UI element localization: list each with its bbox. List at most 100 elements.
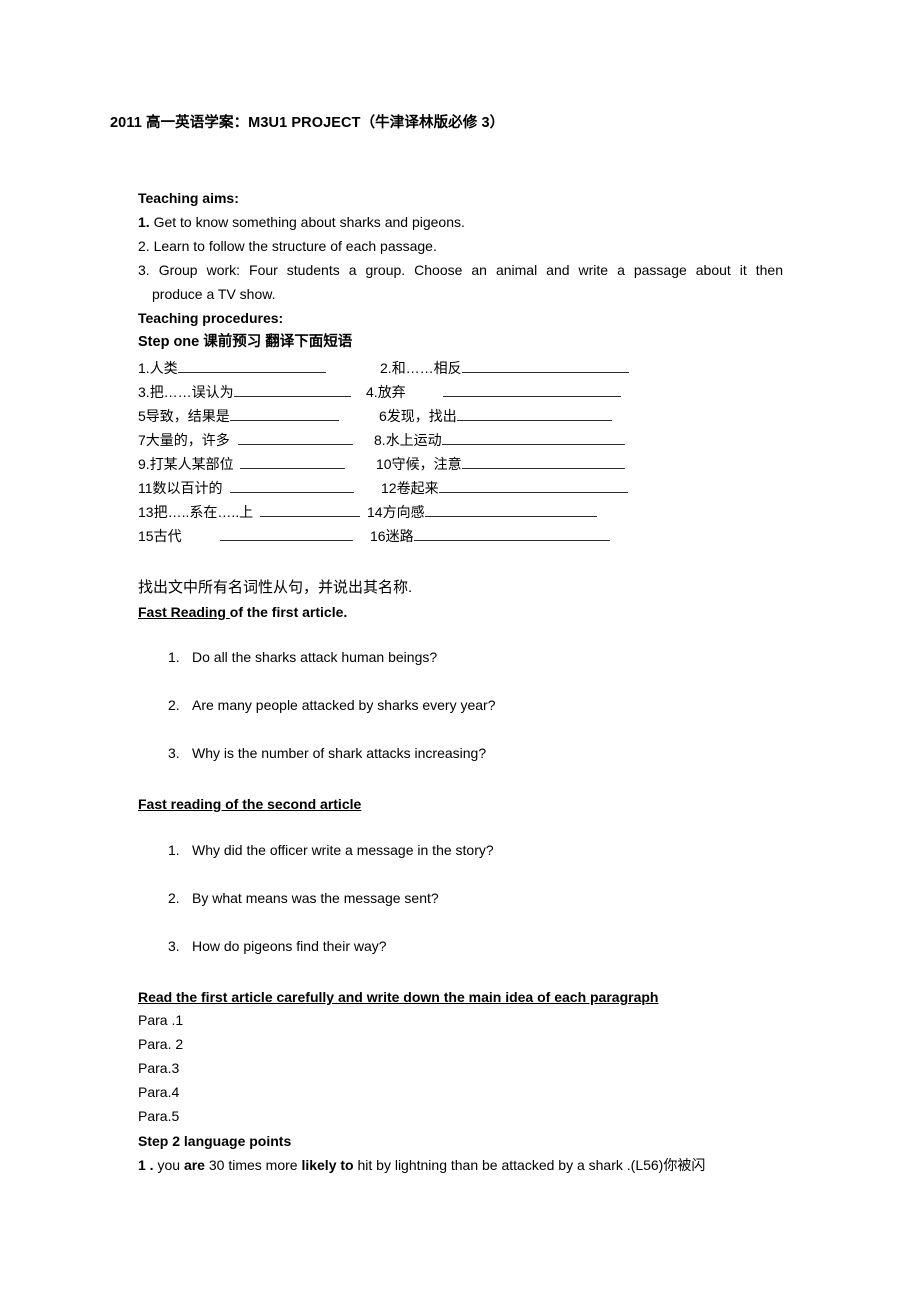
teaching-aims-heading: Teaching aims: [138, 190, 239, 206]
phrase-entry: 6 发现，找出 [379, 404, 612, 428]
phrase-answer-blank[interactable] [229, 477, 354, 493]
language-point-seg-4: 30 times more [204, 1157, 302, 1173]
phrase-answer-blank[interactable] [456, 405, 612, 421]
phrase-number: 16 [370, 528, 386, 544]
phrase-answer-blank[interactable] [229, 405, 339, 421]
phrase-number: 5 [138, 408, 146, 424]
paragraph-item: Para. 2 [138, 1036, 184, 1052]
phrase-entry: 1. 人类 [138, 356, 326, 380]
phrase-answer-blank[interactable] [461, 453, 625, 469]
paragraph-main-idea-list: Para .1 Para. 2 Para.3 Para.4 Para.5 [138, 1008, 183, 1128]
phrase-row: 3. 把……误认为 4. 放弃 [138, 380, 698, 404]
phrase-answer-blank[interactable] [177, 357, 326, 373]
phrase-chinese-label: 方向感 [382, 504, 425, 520]
phrase-answer-blank[interactable] [239, 453, 345, 469]
phrase-entry: 2. 和……相反 [380, 356, 629, 380]
phrase-entry: 9. 打某人某部位 [138, 452, 345, 476]
phrase-chinese-label: 放弃 [377, 384, 406, 400]
question-text: How do pigeons find their way? [192, 938, 387, 954]
first-article-question-list: 1. Do all the sharks attack human beings?… [168, 645, 496, 789]
phrase-entry: 12 卷起来 [381, 476, 628, 500]
phrase-row: 13 把…..系在…..上 14 方向感 [138, 500, 698, 524]
phrase-entry: 7 大量的，许多 [138, 428, 353, 452]
phrase-entry: 10 守候，注意 [376, 452, 625, 476]
phrase-answer-blank[interactable] [461, 357, 629, 373]
teaching-aim-item-3: 3. Group work: Four students a group. Ch… [138, 258, 783, 306]
phrase-number: 9. [138, 456, 150, 472]
aim-3-number: 3. [138, 262, 150, 278]
phrase-answer-blank[interactable] [260, 501, 361, 517]
phrase-translation-list: 1. 人类 2. 和……相反 3. 把……误认为 4. 放弃 5 导致，结果是 6 发现，… [138, 356, 698, 548]
phrase-entry: 4. 放弃 [366, 380, 621, 404]
step-one-heading: Step one 课前预习 翻译下面短语 [138, 334, 353, 350]
paragraph-item: Para.5 [138, 1108, 180, 1124]
phrase-number: 6 [379, 408, 387, 424]
aim-2-text: Learn to follow the structure of each pa… [153, 238, 437, 254]
language-point-seg-2: you [153, 1157, 184, 1173]
question-text: Do all the sharks attack human beings? [192, 649, 438, 665]
aim-1-number: 1. [138, 214, 150, 230]
phrase-chinese-label: 卷起来 [396, 480, 439, 496]
phrase-chinese-label: 和……相反 [391, 360, 462, 376]
read-carefully-heading: Read the first article carefully and wri… [138, 989, 659, 1005]
phrase-chinese-label: 大量的，许多 [145, 432, 230, 448]
phrase-entry: 15 古代 [138, 524, 353, 548]
phrase-chinese-label: 古代 [153, 528, 182, 544]
paragraph-item: Para.4 [138, 1084, 180, 1100]
phrase-chinese-label: 迷路 [385, 528, 414, 544]
phrase-chinese-label: 打某人某部位 [149, 456, 234, 472]
question-number: 2. [168, 890, 180, 906]
phrase-number: 14 [367, 504, 383, 520]
question-number: 3. [168, 745, 180, 761]
phrase-answer-blank[interactable] [442, 381, 621, 397]
phrase-chinese-label: 把……误认为 [149, 384, 234, 400]
phrase-entry: 11 数以百计的 [138, 476, 354, 500]
phrase-number: 1. [138, 360, 150, 376]
question-text: Are many people attacked by sharks every… [192, 697, 496, 713]
phrase-answer-blank[interactable] [413, 525, 610, 541]
phrase-chinese-label: 把…..系在…..上 [153, 504, 254, 520]
second-article-question-list: 1. Why did the officer write a message in… [168, 838, 494, 982]
phrase-number: 12 [381, 480, 397, 496]
question-item: 1. Do all the sharks attack human beings? [168, 645, 496, 693]
phrase-row: 9. 打某人某部位 10 守候，注意 [138, 452, 698, 476]
phrase-number: 11 [138, 480, 153, 496]
question-number: 1. [168, 649, 180, 665]
aim-3-text: Group work: Four students a group. Choos… [158, 262, 784, 278]
phrase-row: 7 大量的，许多 8. 水上运动 [138, 428, 698, 452]
phrase-chinese-label: 水上运动 [385, 432, 442, 448]
phrase-number: 4. [366, 384, 378, 400]
document-page: 2011 高一英语学案：M3U1 PROJECT（牛津译林版必修 3） Teac… [0, 0, 920, 1302]
question-item: 1. Why did the officer write a message in… [168, 838, 494, 886]
question-number: 2. [168, 697, 180, 713]
phrase-number: 15 [138, 528, 154, 544]
question-number: 1. [168, 842, 180, 858]
phrase-chinese-label: 守候，注意 [391, 456, 462, 472]
phrase-entry: 3. 把……误认为 [138, 380, 351, 404]
phrase-answer-blank[interactable] [424, 501, 597, 517]
phrase-number: 13 [138, 504, 154, 520]
phrase-answer-blank[interactable] [237, 429, 353, 445]
phrase-entry: 14 方向感 [367, 500, 597, 524]
phrase-entry: 8. 水上运动 [374, 428, 625, 452]
phrase-row: 1. 人类 2. 和……相反 [138, 356, 698, 380]
noun-clause-note: 找出文中所有名词性从句，并说出其名称. [138, 579, 413, 596]
phrase-answer-blank[interactable] [233, 381, 351, 397]
teaching-procedures-heading: Teaching procedures: [138, 310, 284, 326]
phrase-number: 10 [376, 456, 392, 472]
page-title: 2011 高一英语学案：M3U1 PROJECT（牛津译林版必修 3） [110, 115, 505, 131]
phrase-answer-blank[interactable] [219, 525, 353, 541]
question-text: Why is the number of shark attacks incre… [192, 745, 487, 761]
question-item: 2. Are many people attacked by sharks eve… [168, 693, 496, 741]
phrase-answer-blank[interactable] [438, 477, 628, 493]
phrase-entry: 16 迷路 [370, 524, 610, 548]
step-two-heading: Step 2 language points [138, 1133, 292, 1149]
phrase-chinese-label: 数以百计的 [152, 480, 223, 496]
phrase-answer-blank[interactable] [441, 429, 625, 445]
phrase-chinese-label: 人类 [149, 360, 178, 376]
phrase-chinese-label: 发现，找出 [386, 408, 457, 424]
phrase-number: 8. [374, 432, 386, 448]
question-text: Why did the officer write a message in t… [192, 842, 494, 858]
phrase-number: 2. [380, 360, 392, 376]
fast-reading-second-article-heading: Fast reading of the second article [138, 796, 362, 812]
